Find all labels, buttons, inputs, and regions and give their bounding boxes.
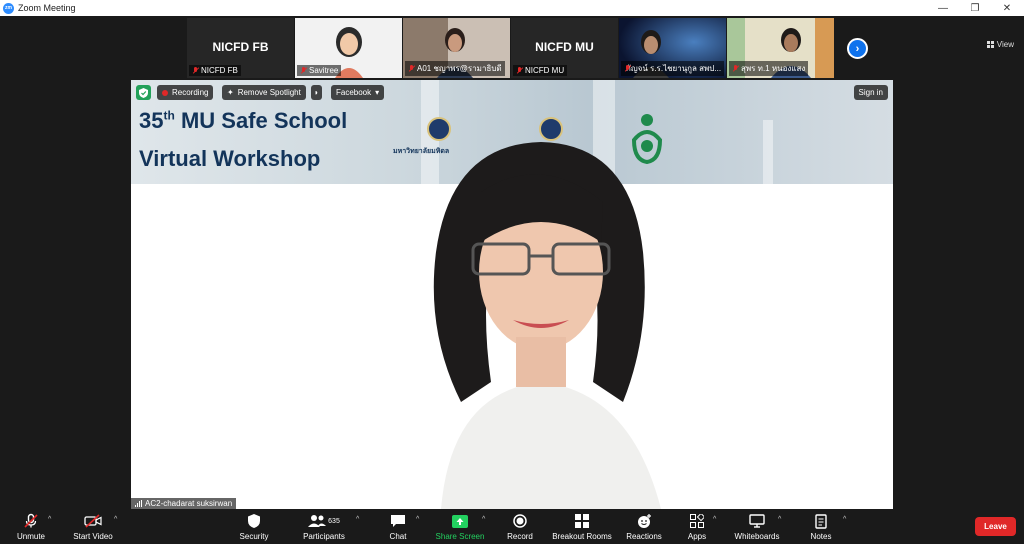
record-dot-icon xyxy=(162,89,168,96)
leave-button[interactable]: Leave xyxy=(975,517,1016,536)
camera-off-icon xyxy=(84,513,102,529)
participants-count: 635 xyxy=(328,517,340,525)
speaker-video: 35th MU Safe School Virtual Workshop มหา… xyxy=(131,80,893,509)
participant-tile[interactable]: กัญจน์ ร.ร.ไชยานุกูล สพป... xyxy=(619,18,726,78)
participant-name: สุพร ท.1 หนองแสง xyxy=(741,64,806,73)
participant-name: Savitree xyxy=(309,66,339,75)
minimize-button[interactable]: — xyxy=(926,0,960,16)
pin-icon: ✦ xyxy=(227,88,234,97)
sign-in-button[interactable]: Sign in xyxy=(853,85,888,100)
notes-icon xyxy=(815,513,827,529)
rss-icon: ◗ xyxy=(314,88,319,97)
participant-tile[interactable]: สุพร ท.1 หนองแสง xyxy=(727,18,834,78)
participants-icon xyxy=(308,515,327,527)
chat-options-caret[interactable]: ^ xyxy=(416,516,419,523)
banner-title-line2: Virtual Workshop xyxy=(139,146,321,171)
chat-bubble-icon xyxy=(390,513,406,529)
audio-options-caret[interactable]: ^ xyxy=(48,516,51,523)
reactions-button[interactable]: Reactions xyxy=(624,510,664,544)
chat-button[interactable]: Chat xyxy=(384,510,412,544)
mic-muted-icon xyxy=(300,67,307,74)
mic-muted-icon xyxy=(408,65,415,72)
participant-strip: NICFD FB NICFD FB Savitree A01 ชญาพร@ราม… xyxy=(187,18,835,78)
participant-big-name: NICFD FB xyxy=(212,40,269,54)
participant-tile[interactable]: A01 ชญาพร@รามาธิบดี xyxy=(403,18,510,78)
whiteboards-button[interactable]: Whiteboards xyxy=(732,510,782,544)
zoom-logo-icon: zm xyxy=(3,2,14,14)
livestream-button[interactable]: ◗ xyxy=(311,85,322,100)
participant-big-name: NICFD MU xyxy=(535,40,594,54)
security-button[interactable]: Security xyxy=(236,510,272,544)
signal-strength-icon xyxy=(135,500,142,507)
view-button[interactable]: View xyxy=(986,40,1014,49)
participant-name: A01 ชญาพร@รามาธิบดี xyxy=(417,64,502,73)
speaker-name-tag: AC2-chadarat suksirwan xyxy=(131,498,237,509)
remove-spotlight-button[interactable]: ✦ Remove Spotlight xyxy=(222,85,306,100)
apps-button[interactable]: Apps xyxy=(684,510,710,544)
speaker-figure xyxy=(433,142,661,509)
video-options-caret[interactable]: ^ xyxy=(114,516,117,523)
chevron-down-icon: ▾ xyxy=(375,88,380,97)
unmute-button[interactable]: Unmute xyxy=(12,510,50,544)
notes-options-caret[interactable]: ^ xyxy=(843,516,846,523)
start-video-button[interactable]: Start Video xyxy=(70,510,116,544)
share-options-caret[interactable]: ^ xyxy=(482,516,485,523)
mic-muted-icon xyxy=(732,65,739,72)
next-page-button[interactable]: › xyxy=(847,38,868,59)
chevron-right-icon: › xyxy=(855,42,860,55)
participant-name: กัญจน์ ร.ร.ไชยานุกูล สพป... xyxy=(626,64,722,73)
participants-button[interactable]: 635 Participants xyxy=(300,510,348,544)
participants-options-caret[interactable]: ^ xyxy=(356,516,359,523)
shield-icon xyxy=(247,513,261,529)
breakout-rooms-button[interactable]: Breakout Rooms xyxy=(550,510,614,544)
maximize-button[interactable]: ❐ xyxy=(958,0,992,16)
apps-icon xyxy=(690,513,704,529)
banner-title-line1: 35th MU Safe School xyxy=(139,108,348,133)
participant-tile[interactable]: NICFD FB NICFD FB xyxy=(187,18,294,78)
mic-muted-icon xyxy=(516,67,523,74)
window-title: Zoom Meeting xyxy=(18,3,76,13)
participant-tile[interactable]: NICFD MU NICFD MU xyxy=(511,18,618,78)
title-bar: zm Zoom Meeting — ❐ ✕ xyxy=(0,0,1024,16)
recording-indicator[interactable]: Recording xyxy=(157,85,214,100)
meeting-toolbar: Unmute ^ Start Video ^ Security 635 Part… xyxy=(0,510,1024,544)
whiteboards-options-caret[interactable]: ^ xyxy=(778,516,781,523)
close-button[interactable]: ✕ xyxy=(990,0,1024,16)
participant-name: NICFD MU xyxy=(525,66,565,75)
smiley-plus-icon xyxy=(637,513,652,529)
record-icon xyxy=(513,513,527,529)
facebook-stream-button[interactable]: Facebook ▾ xyxy=(331,85,385,100)
record-button[interactable]: Record xyxy=(505,510,535,544)
view-label: View xyxy=(996,40,1014,49)
share-screen-button[interactable]: Share Screen xyxy=(434,510,486,544)
participant-name: NICFD FB xyxy=(201,66,238,75)
grid-icon xyxy=(986,41,994,48)
notes-button[interactable]: Notes xyxy=(808,510,834,544)
apps-options-caret[interactable]: ^ xyxy=(713,516,716,523)
breakout-rooms-icon xyxy=(575,513,589,529)
whiteboard-icon xyxy=(749,513,765,529)
share-screen-icon xyxy=(452,513,468,529)
security-shield-icon[interactable] xyxy=(136,85,151,100)
mic-muted-icon xyxy=(23,513,39,529)
mic-muted-icon xyxy=(192,67,199,74)
participant-tile[interactable]: Savitree xyxy=(295,18,402,78)
